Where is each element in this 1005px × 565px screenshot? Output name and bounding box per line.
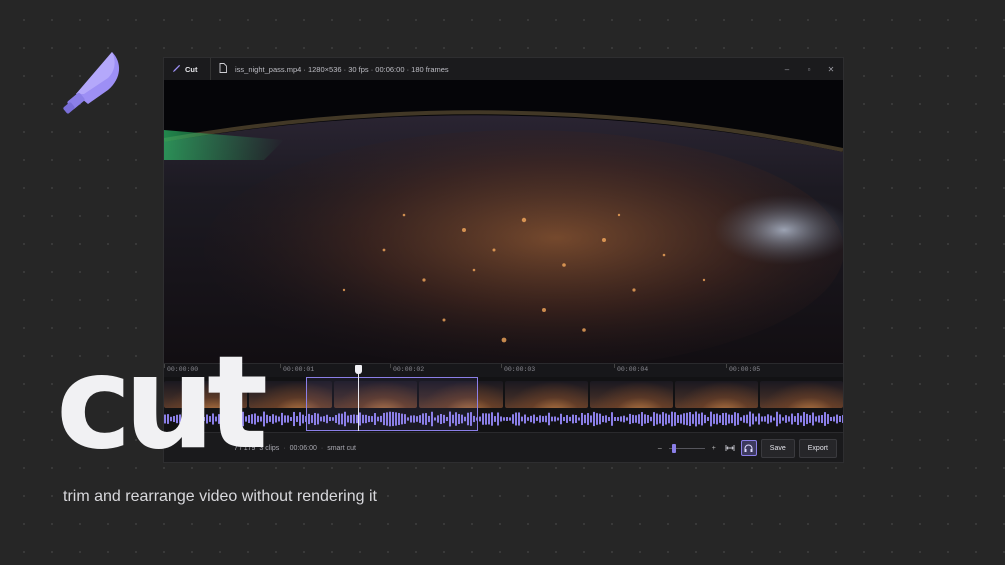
zoom-in-button[interactable]: + [709, 445, 719, 452]
tick-label: 00:00:03 [504, 366, 536, 373]
selected-clip[interactable] [306, 377, 478, 431]
knife-icon [172, 64, 181, 75]
title-bar: Cut iss_night_pass.mp4 · 1280×536 · 30 f… [164, 58, 843, 80]
file-info-bar: iss_night_pass.mp4 · 1280×536 · 30 fps ·… [210, 58, 449, 80]
clip-thumbnail[interactable] [674, 381, 758, 408]
clip-track[interactable] [164, 365, 843, 432]
hero-wordmark: cut [56, 329, 268, 478]
app-name: Cut [185, 64, 198, 74]
fit-width-icon[interactable] [723, 441, 737, 455]
playhead[interactable] [358, 365, 359, 431]
thumbnail-strip [164, 381, 843, 408]
app-badge: Cut [164, 64, 210, 75]
tick-label: 00:00:01 [283, 366, 315, 373]
clip-thumbnail[interactable] [759, 381, 843, 408]
zoom-out-button[interactable]: – [655, 445, 665, 452]
clip-thumbnail[interactable] [589, 381, 673, 408]
audio-waveform [164, 411, 843, 427]
file-icon [219, 63, 227, 75]
playhead-handle[interactable] [355, 365, 362, 374]
timeline-ruler[interactable]: 00:00:00 00:00:01 00:00:02 00:00:03 00:0… [164, 363, 843, 377]
hero-tagline: trim and rearrange video without renderi… [63, 488, 377, 505]
zoom-slider-handle[interactable] [671, 444, 676, 453]
save-button[interactable]: Save [760, 438, 795, 458]
clip-thumbnail[interactable] [504, 381, 588, 408]
cut-mode: smart cut [327, 444, 356, 452]
app-window: Cut iss_night_pass.mp4 · 1280×536 · 30 f… [163, 57, 844, 463]
knife-logo-icon [62, 48, 128, 120]
tick-label: 00:00:02 [393, 366, 425, 373]
headphones-icon[interactable] [740, 440, 757, 456]
close-button[interactable]: ✕ [825, 65, 837, 74]
minimize-button[interactable]: – [781, 65, 793, 74]
total-duration: 00:06:00 [289, 444, 317, 452]
video-preview[interactable] [164, 80, 843, 363]
clip-count: 3 clips [259, 444, 280, 452]
bottom-toolbar: 7 / 179 3 clips · 00:06:00 · smart cut –… [164, 432, 843, 462]
tick-label: 00:00:04 [617, 366, 649, 373]
tick-label: 00:00:05 [729, 366, 761, 373]
maximize-button[interactable]: ▫ [803, 65, 815, 74]
file-info: iss_night_pass.mp4 · 1280×536 · 30 fps ·… [235, 64, 449, 74]
export-button[interactable]: Export [798, 438, 837, 458]
zoom-slider[interactable] [668, 443, 705, 453]
